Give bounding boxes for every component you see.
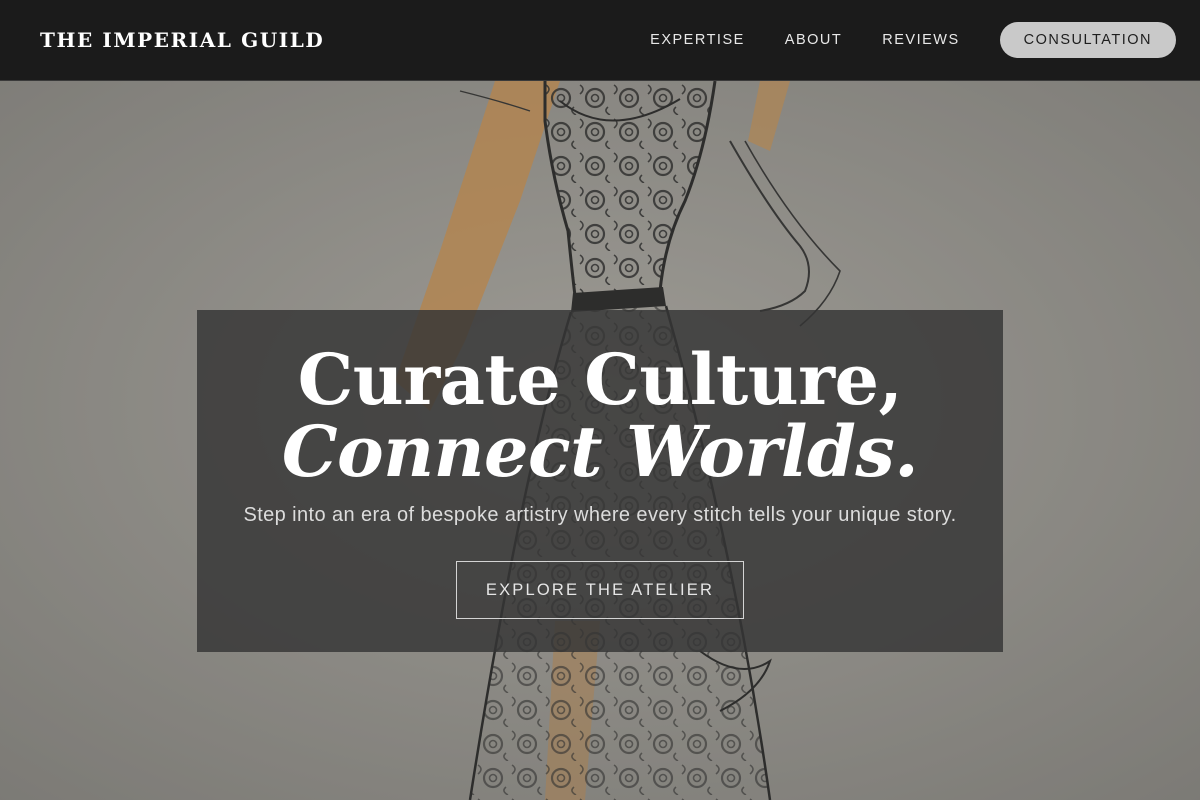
headline-line-2: Connect Worlds. (281, 410, 919, 493)
nav-link-reviews[interactable]: REVIEWS (882, 32, 959, 48)
explore-atelier-button[interactable]: EXPLORE THE ATELIER (456, 561, 744, 619)
hero-headline: Curate Culture, Connect Worlds. (281, 338, 919, 493)
nav-links: EXPERTISE ABOUT REVIEWS CONSULTATION (650, 22, 1176, 58)
nav-link-about[interactable]: ABOUT (785, 32, 842, 48)
hero-section: Curate Culture, Connect Worlds. Step int… (0, 81, 1200, 800)
brand-logo[interactable]: THE IMPERIAL GUILD (40, 28, 324, 52)
consultation-button[interactable]: CONSULTATION (999, 22, 1176, 58)
nav-link-expertise[interactable]: EXPERTISE (650, 32, 745, 48)
hero-panel: Curate Culture, Connect Worlds. Step int… (197, 310, 1003, 652)
top-navigation: THE IMPERIAL GUILD EXPERTISE ABOUT REVIE… (0, 0, 1200, 81)
headline-line-1: Curate Culture, (297, 338, 903, 421)
hero-subheadline: Step into an era of bespoke artistry whe… (243, 504, 957, 526)
